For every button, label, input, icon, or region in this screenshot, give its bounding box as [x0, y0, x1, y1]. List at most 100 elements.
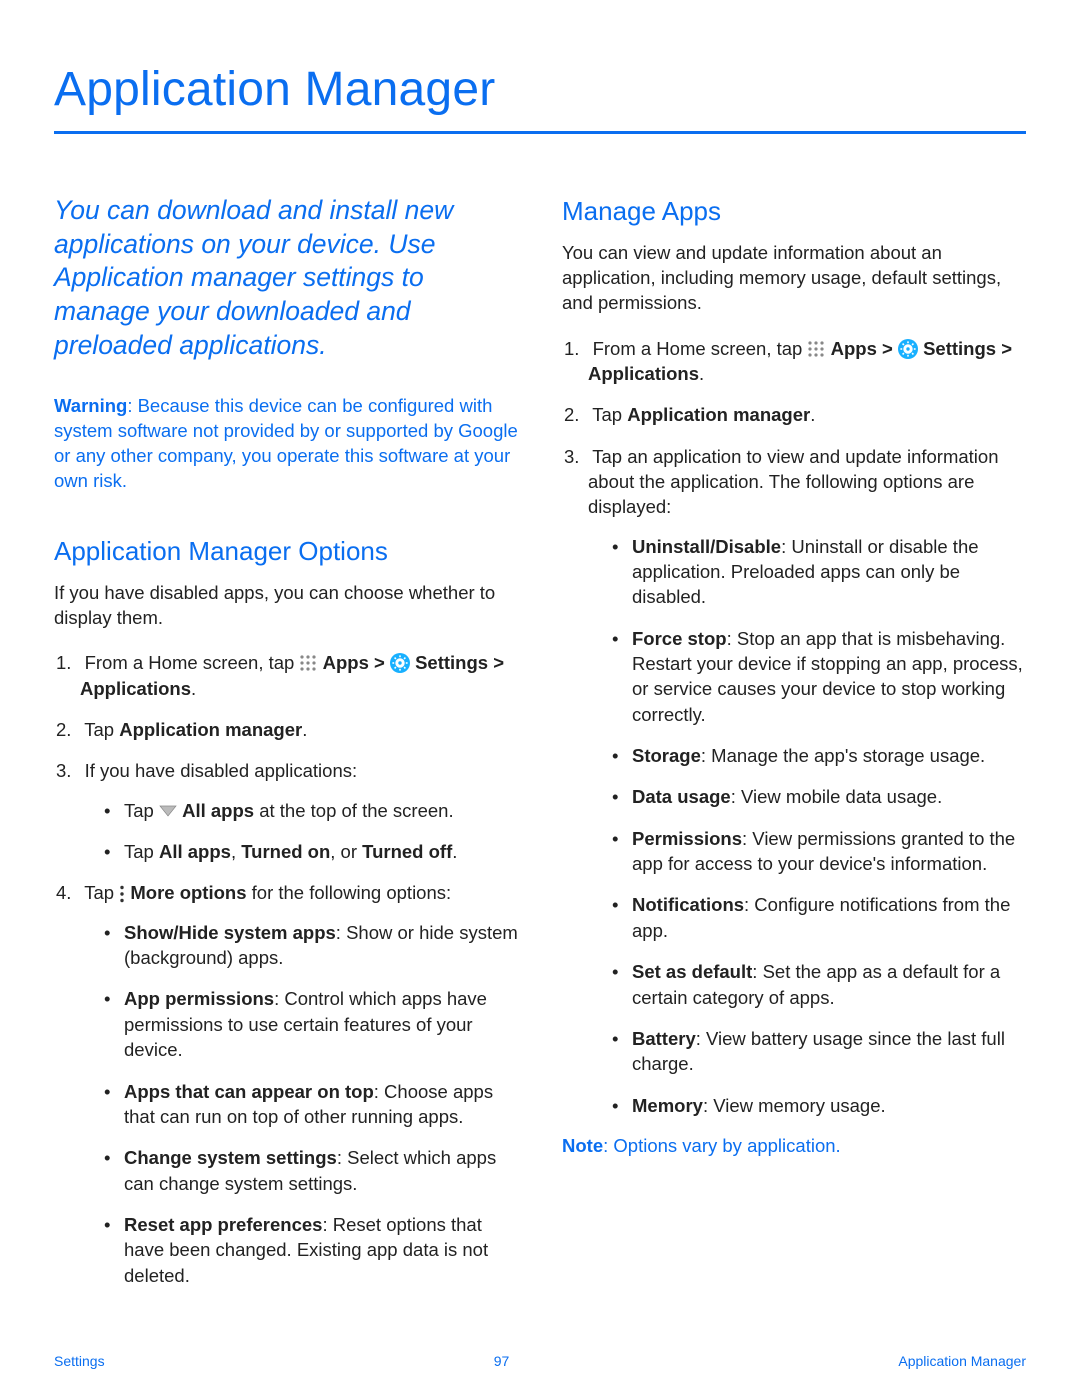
opt-t: : Manage the app's storage usage.	[701, 745, 985, 766]
title-rule	[54, 131, 1026, 134]
right-column: Manage Apps You can view and update info…	[562, 194, 1026, 1304]
opt-b: Permissions	[632, 828, 742, 849]
apps-grid-icon	[807, 340, 825, 358]
section-heading-options: Application Manager Options	[54, 534, 518, 570]
settings-label: Settings	[923, 338, 996, 359]
opt-b: Memory	[632, 1095, 703, 1116]
settings-label: Settings	[415, 652, 488, 673]
opt-b: Data usage	[632, 786, 731, 807]
warning-note: Warning: Because this device can be conf…	[54, 394, 518, 494]
bullet: Set as default: Set the app as a default…	[612, 959, 1026, 1010]
bullet: Uninstall/Disable: Uninstall or disable …	[612, 534, 1026, 610]
section-heading-manage: Manage Apps	[562, 194, 1026, 230]
step-3: If you have disabled applications: Tap A…	[56, 758, 518, 864]
bullet: Tap All apps at the top of the screen.	[104, 798, 518, 823]
footer-right: Application Manager	[898, 1353, 1026, 1369]
step-text: From a Home screen, tap	[85, 652, 300, 673]
note-text: : Options vary by application.	[603, 1135, 841, 1156]
manage-paragraph: You can view and update information abou…	[562, 240, 1026, 316]
am-label: Application manager	[119, 719, 302, 740]
applications-label: Applications	[588, 363, 699, 384]
options-steps: From a Home screen, tap Apps > Settings …	[56, 650, 518, 1288]
opt-b: Force stop	[632, 628, 727, 649]
bullet: Reset app preferences: Reset options tha…	[104, 1212, 518, 1288]
bullet: Show/Hide system apps: Show or hide syst…	[104, 920, 518, 971]
tail: at the top of the screen.	[254, 800, 454, 821]
or: , or	[330, 841, 362, 862]
note: Note: Options vary by application.	[562, 1134, 1026, 1159]
turned-off-label: Turned off	[362, 841, 452, 862]
intro-paragraph: You can download and install new applica…	[54, 194, 518, 362]
comma: ,	[231, 841, 241, 862]
opt-b: Battery	[632, 1028, 696, 1049]
manage-steps: From a Home screen, tap Apps > Settings …	[564, 336, 1026, 1118]
text: From a Home screen, tap	[593, 338, 808, 359]
turned-on-label: Turned on	[241, 841, 330, 862]
sep: >	[369, 652, 390, 673]
opt-b: Change system settings	[124, 1147, 337, 1168]
bullet: Memory: View memory usage.	[612, 1093, 1026, 1118]
step-4-bullets: Show/Hide system apps: Show or hide syst…	[104, 920, 518, 1288]
bullet: Notifications: Configure notifications f…	[612, 892, 1026, 943]
more-options-icon	[119, 885, 125, 903]
period: .	[452, 841, 457, 862]
step-text: Tap	[84, 719, 119, 740]
applications-label: Applications	[80, 678, 191, 699]
step-4: Tap More options for the following optio…	[56, 880, 518, 1287]
page-footer: Settings 97 Application Manager	[54, 1353, 1026, 1369]
bullet: Apps that can appear on top: Choose apps…	[104, 1079, 518, 1130]
tail: for the following options:	[247, 882, 452, 903]
sep2: >	[996, 338, 1012, 359]
dropdown-triangle-icon	[159, 805, 177, 817]
two-column-layout: You can download and install new applica…	[54, 194, 1026, 1304]
opt-t: : View mobile data usage.	[731, 786, 943, 807]
step-1: From a Home screen, tap Apps > Settings …	[56, 650, 518, 701]
step-3: Tap an application to view and update in…	[564, 444, 1026, 1118]
text: Tap	[124, 841, 159, 862]
opt-b: Storage	[632, 745, 701, 766]
bullet: Tap All apps, Turned on, or Turned off.	[104, 839, 518, 864]
opt-t: : View memory usage.	[703, 1095, 886, 1116]
apps-grid-icon	[299, 654, 317, 672]
settings-gear-icon	[390, 653, 410, 673]
bullet: Data usage: View mobile data usage.	[612, 784, 1026, 809]
step-1: From a Home screen, tap Apps > Settings …	[564, 336, 1026, 387]
sep: >	[877, 338, 898, 359]
opt-b: Uninstall/Disable	[632, 536, 781, 557]
left-column: You can download and install new applica…	[54, 194, 518, 1304]
bullet: Force stop: Stop an app that is misbehav…	[612, 626, 1026, 727]
all-apps-label: All apps	[182, 800, 254, 821]
text: Tap	[124, 800, 159, 821]
step-2: Tap Application manager.	[56, 717, 518, 742]
apps-label: Apps	[323, 652, 369, 673]
apps-label: Apps	[831, 338, 877, 359]
all-apps-label: All apps	[159, 841, 231, 862]
text: Tap	[592, 404, 627, 425]
text: Tap	[84, 882, 119, 903]
opt-b: Show/Hide system apps	[124, 922, 336, 943]
step-2: Tap Application manager.	[564, 402, 1026, 427]
note-label: Note	[562, 1135, 603, 1156]
step-3-bullets: Tap All apps at the top of the screen. T…	[104, 798, 518, 865]
options-paragraph: If you have disabled apps, you can choos…	[54, 580, 518, 631]
bullet: Battery: View battery usage since the la…	[612, 1026, 1026, 1077]
sep2: >	[488, 652, 504, 673]
footer-page-number: 97	[494, 1353, 510, 1369]
warning-label: Warning	[54, 395, 127, 416]
text: Tap an application to view and update in…	[588, 446, 999, 518]
opt-b: App permissions	[124, 988, 274, 1009]
page-title: Application Manager	[54, 62, 1026, 117]
bullet: App permissions: Control which apps have…	[104, 986, 518, 1062]
period: .	[810, 404, 815, 425]
detail-bullets: Uninstall/Disable: Uninstall or disable …	[612, 534, 1026, 1118]
am-label: Application manager	[627, 404, 810, 425]
more-options-label: More options	[130, 882, 246, 903]
opt-b: Apps that can appear on top	[124, 1081, 374, 1102]
period: .	[302, 719, 307, 740]
bullet: Permissions: View permissions granted to…	[612, 826, 1026, 877]
step-text: If you have disabled applications:	[85, 760, 358, 781]
settings-gear-icon	[898, 339, 918, 359]
opt-b: Notifications	[632, 894, 744, 915]
opt-b: Reset app preferences	[124, 1214, 322, 1235]
opt-b: Set as default	[632, 961, 752, 982]
